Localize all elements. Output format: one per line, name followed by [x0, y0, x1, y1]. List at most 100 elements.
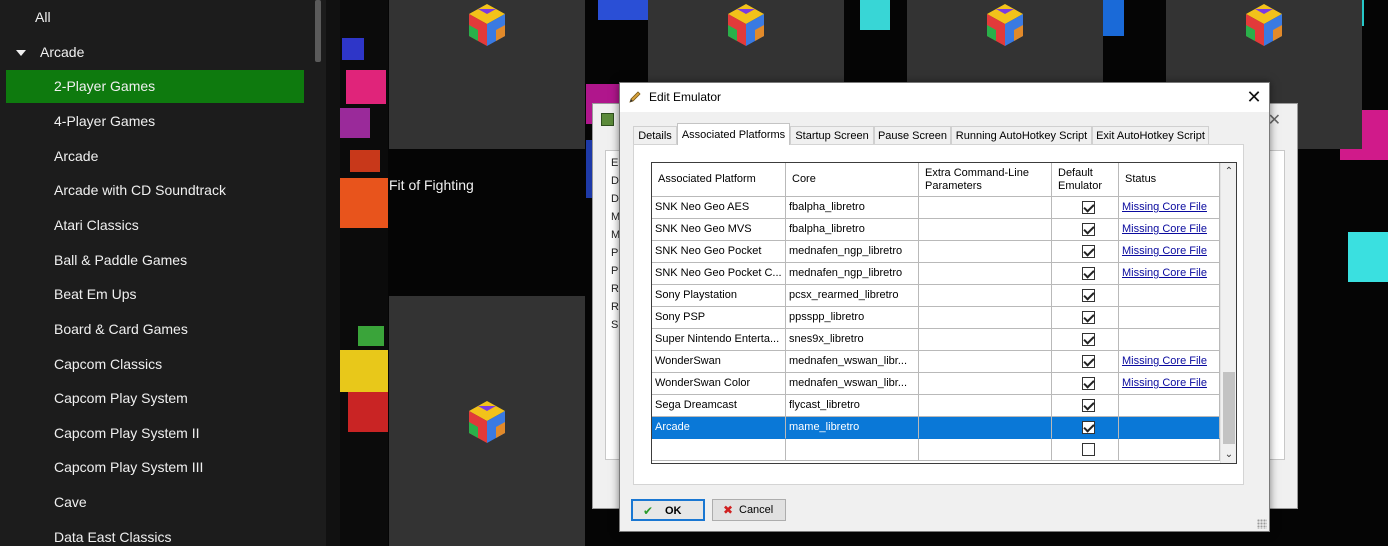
cell-status[interactable]: [1119, 417, 1220, 439]
cell-default-emulator[interactable]: [1052, 395, 1119, 417]
cell-params[interactable]: [919, 417, 1052, 439]
cell-core[interactable]: mednafen_ngp_libretro: [786, 263, 919, 285]
table-row[interactable]: Sony PSP ppsspp_libretro: [652, 307, 1220, 329]
cell-status[interactable]: Missing Core File: [1119, 219, 1220, 241]
cell-params[interactable]: [919, 219, 1052, 241]
cell-core[interactable]: mednafen_wswan_libr...: [786, 351, 919, 373]
cell-platform[interactable]: Sega Dreamcast: [652, 395, 786, 417]
cell-params[interactable]: [919, 329, 1052, 351]
resize-grip-icon[interactable]: [1257, 519, 1267, 529]
cell-default-emulator[interactable]: [1052, 219, 1119, 241]
cell-platform[interactable]: Arcade: [652, 417, 786, 439]
sidebar-item-2-player-games[interactable]: 2-Player Games: [6, 70, 304, 103]
table-row[interactable]: SNK Neo Geo AES fbalpha_libretro Missing C…: [652, 197, 1220, 219]
checkbox-checked[interactable]: [1082, 223, 1095, 236]
column-header-core[interactable]: Core: [786, 163, 919, 197]
table-row[interactable]: SNK Neo Geo MVS fbalpha_libretro Missing C…: [652, 219, 1220, 241]
table-row[interactable]: Super Nintendo Enterta... snes9x_libretro: [652, 329, 1220, 351]
checkbox-checked[interactable]: [1082, 267, 1095, 280]
cell-platform[interactable]: Super Nintendo Enterta...: [652, 329, 786, 351]
cell-params[interactable]: [919, 351, 1052, 373]
cell-core[interactable]: mednafen_ngp_libretro: [786, 241, 919, 263]
cell-params[interactable]: [919, 285, 1052, 307]
cell-params[interactable]: [919, 307, 1052, 329]
table-row[interactable]: [652, 439, 1220, 461]
cell-default-emulator[interactable]: [1052, 241, 1119, 263]
cell-status[interactable]: Missing Core File: [1119, 351, 1220, 373]
column-header-platform[interactable]: Associated Platform: [652, 163, 786, 197]
cell-platform[interactable]: WonderSwan: [652, 351, 786, 373]
game-title[interactable]: Fit of Fighting: [389, 177, 474, 193]
tab-startup-screen[interactable]: Startup Screen: [790, 126, 874, 145]
cell-platform[interactable]: SNK Neo Geo AES: [652, 197, 786, 219]
sidebar-item-atari[interactable]: Atari Classics: [6, 209, 304, 242]
tab-exit-ahk[interactable]: Exit AutoHotkey Script: [1092, 126, 1209, 145]
cell-params[interactable]: [919, 263, 1052, 285]
sidebar-item-cps[interactable]: Capcom Play System: [6, 382, 304, 415]
cell-core[interactable]: snes9x_libretro: [786, 329, 919, 351]
tab-pause-screen[interactable]: Pause Screen: [874, 126, 951, 145]
table-row[interactable]: SNK Neo Geo Pocket C... mednafen_ngp_libr…: [652, 263, 1220, 285]
table-row[interactable]: WonderSwan mednafen_wswan_libr... Missing …: [652, 351, 1220, 373]
sidebar-item-cps2[interactable]: Capcom Play System II: [6, 417, 304, 450]
cell-status[interactable]: [1119, 285, 1220, 307]
cell-core[interactable]: mame_libretro: [786, 417, 919, 439]
missing-core-link[interactable]: Missing Core File: [1122, 267, 1207, 279]
checkbox-checked[interactable]: [1082, 355, 1095, 368]
cell-default-emulator[interactable]: [1052, 351, 1119, 373]
cell-status[interactable]: [1119, 395, 1220, 417]
column-header-params[interactable]: Extra Command-Line Parameters: [919, 163, 1052, 197]
sidebar-item-arcade-group[interactable]: Arcade: [6, 36, 304, 69]
sidebar-item-data-east[interactable]: Data East Classics: [6, 521, 304, 546]
checkbox-checked[interactable]: [1082, 399, 1095, 412]
table-row[interactable]: Arcade mame_libretro: [652, 417, 1220, 439]
sidebar-item-all[interactable]: All: [6, 1, 304, 34]
cell-default-emulator[interactable]: [1052, 197, 1119, 219]
tab-running-ahk[interactable]: Running AutoHotkey Script: [951, 126, 1092, 145]
caret-down-icon[interactable]: [16, 50, 26, 56]
cancel-button[interactable]: ✖ Cancel: [712, 499, 786, 521]
cell-platform[interactable]: WonderSwan Color: [652, 373, 786, 395]
table-row[interactable]: SNK Neo Geo Pocket mednafen_ngp_libretro M…: [652, 241, 1220, 263]
cell-status[interactable]: Missing Core File: [1119, 373, 1220, 395]
cell-platform[interactable]: SNK Neo Geo Pocket: [652, 241, 786, 263]
cell-status[interactable]: [1119, 439, 1220, 461]
cell-core[interactable]: fbalpha_libretro: [786, 219, 919, 241]
table-row[interactable]: Sony Playstation pcsx_rearmed_libretro: [652, 285, 1220, 307]
missing-core-link[interactable]: Missing Core File: [1122, 377, 1207, 389]
cell-default-emulator[interactable]: [1052, 307, 1119, 329]
cell-platform[interactable]: SNK Neo Geo Pocket C...: [652, 263, 786, 285]
cell-params[interactable]: [919, 373, 1052, 395]
table-scrollbar[interactable]: ⌃ ⌄: [1220, 163, 1236, 463]
cell-default-emulator[interactable]: [1052, 329, 1119, 351]
sidebar-item-beat-em-ups[interactable]: Beat Em Ups: [6, 278, 304, 311]
checkbox-checked[interactable]: [1082, 289, 1095, 302]
sidebar-item-cave[interactable]: Cave: [6, 486, 304, 519]
dialog-titlebar[interactable]: Edit Emulator ✕: [620, 83, 1269, 112]
cell-default-emulator[interactable]: [1052, 373, 1119, 395]
cell-platform[interactable]: SNK Neo Geo MVS: [652, 219, 786, 241]
missing-core-link[interactable]: Missing Core File: [1122, 201, 1207, 213]
sidebar-scrollbar[interactable]: [315, 0, 321, 62]
cell-status[interactable]: Missing Core File: [1119, 263, 1220, 285]
cell-status[interactable]: [1119, 307, 1220, 329]
column-header-status[interactable]: Status: [1119, 163, 1220, 197]
scroll-up-icon[interactable]: ⌃: [1221, 163, 1236, 180]
cell-default-emulator[interactable]: [1052, 439, 1119, 461]
table-row[interactable]: Sega Dreamcast flycast_libretro: [652, 395, 1220, 417]
sidebar-item-arcade-cd[interactable]: Arcade with CD Soundtrack: [6, 174, 304, 207]
cell-params[interactable]: [919, 197, 1052, 219]
cell-core[interactable]: mednafen_wswan_libr...: [786, 373, 919, 395]
cell-params[interactable]: [919, 439, 1052, 461]
cell-core[interactable]: [786, 439, 919, 461]
scroll-thumb[interactable]: [1223, 372, 1235, 444]
cell-core[interactable]: flycast_libretro: [786, 395, 919, 417]
checkbox-checked[interactable]: [1082, 311, 1095, 324]
cell-core[interactable]: fbalpha_libretro: [786, 197, 919, 219]
tab-details[interactable]: Details: [633, 126, 677, 145]
sidebar-item-board-card[interactable]: Board & Card Games: [6, 313, 304, 346]
checkbox-checked[interactable]: [1082, 245, 1095, 258]
cell-default-emulator[interactable]: [1052, 417, 1119, 439]
sidebar-item-capcom-classics[interactable]: Capcom Classics: [6, 348, 304, 381]
cell-params[interactable]: [919, 241, 1052, 263]
